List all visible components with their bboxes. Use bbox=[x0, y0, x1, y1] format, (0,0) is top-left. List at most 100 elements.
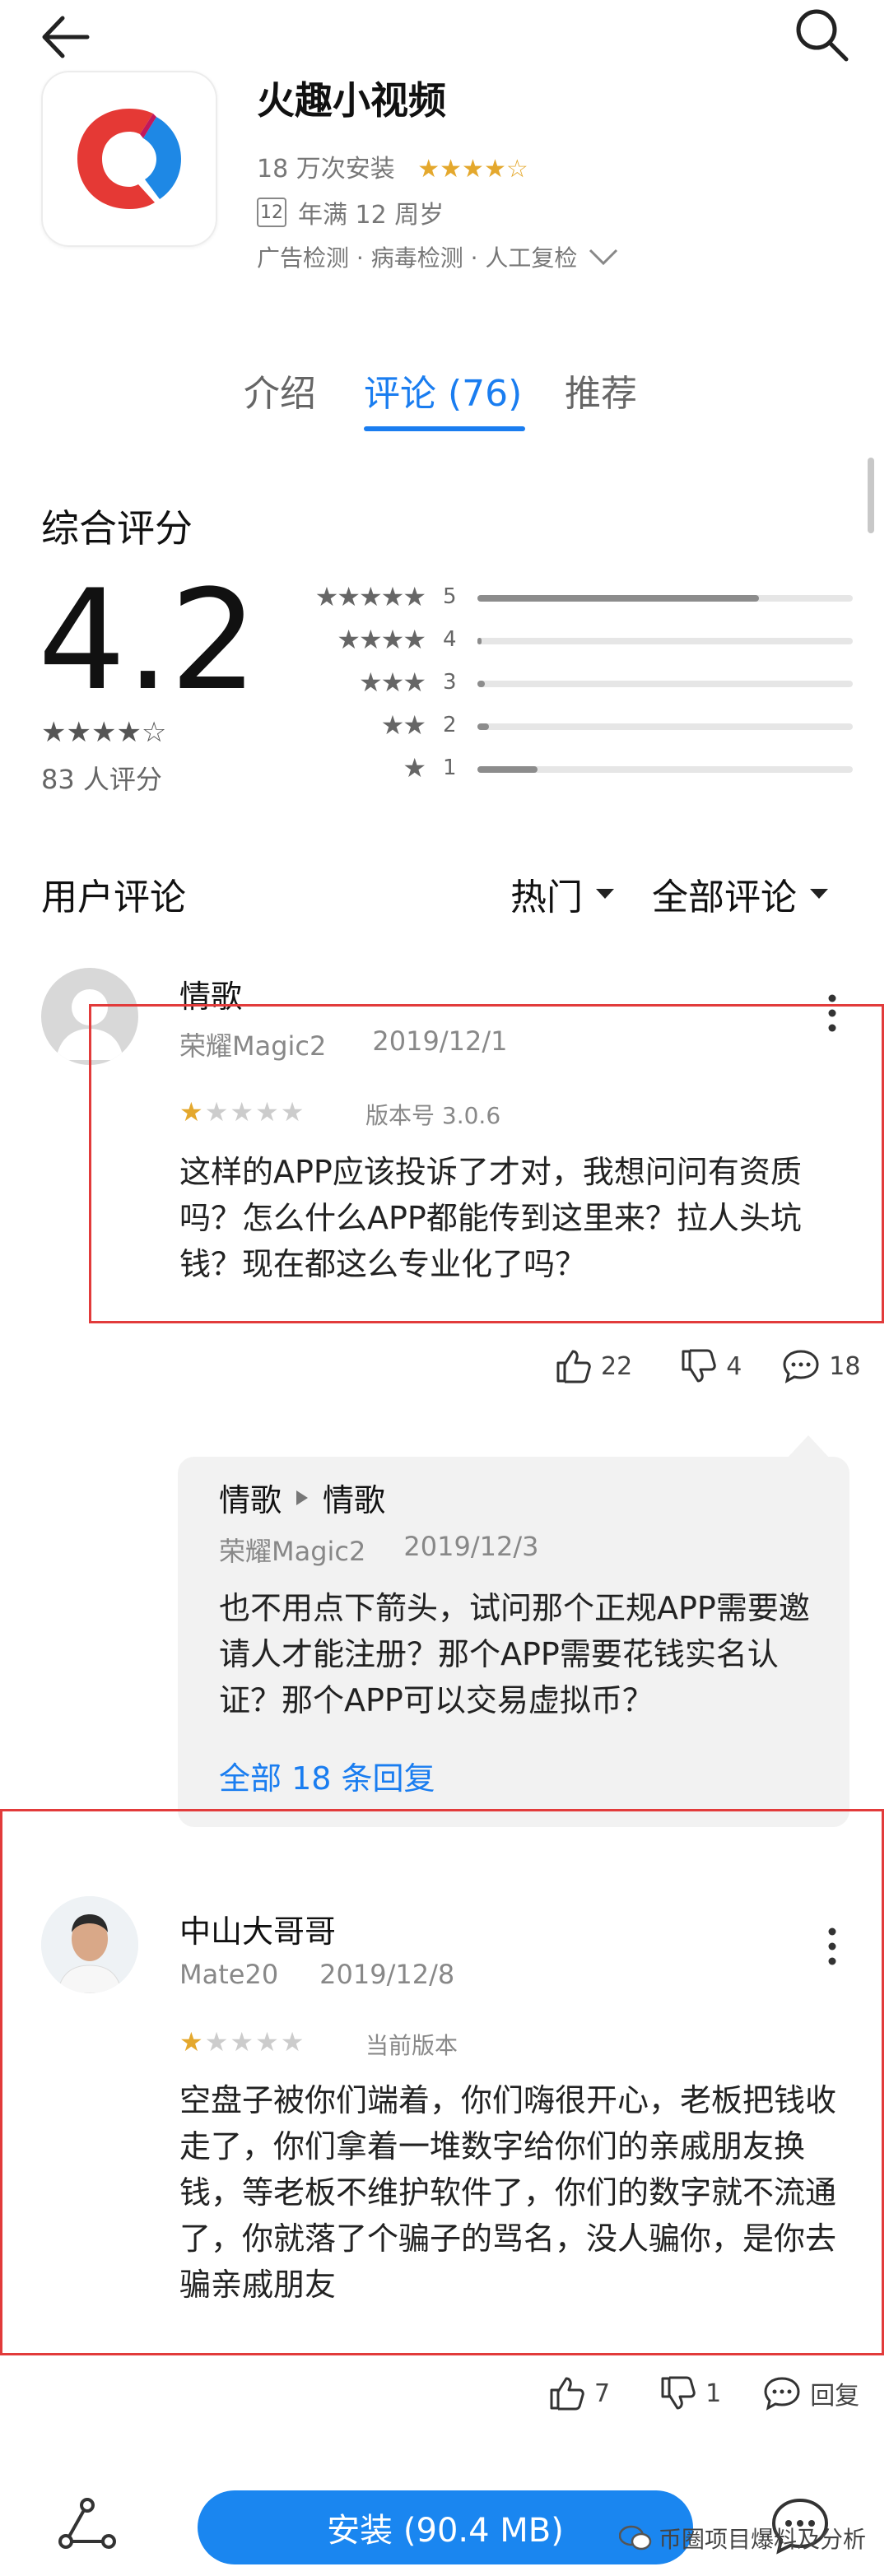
thumbs-down-icon bbox=[682, 1349, 716, 1383]
wechat-icon bbox=[619, 2525, 652, 2550]
more-options-button[interactable] bbox=[826, 1926, 838, 1967]
arrow-left-icon bbox=[42, 16, 90, 58]
distribution-bar-track bbox=[477, 595, 853, 602]
overall-stars: ★★★★☆ bbox=[41, 716, 167, 749]
reply-pointer bbox=[787, 1435, 830, 1458]
reply-date: 2019/12/3 bbox=[403, 1531, 539, 1562]
rating-distribution-row: ★★★ 3 bbox=[286, 667, 854, 700]
rating-distribution-row: ★★★★ 4 bbox=[286, 624, 854, 657]
more-vertical-icon bbox=[828, 1927, 836, 1965]
summary-title: 综合评分 bbox=[41, 506, 193, 551]
tab-reviews[interactable]: 评论 (76) bbox=[364, 364, 522, 416]
dislike-button[interactable]: 4 bbox=[678, 1346, 742, 1386]
user-reviews-title: 用户评论 bbox=[41, 876, 186, 918]
tab-recommend[interactable]: 推荐 bbox=[565, 364, 637, 416]
comment-button[interactable]: 18 bbox=[781, 1346, 860, 1386]
distribution-bar-track bbox=[477, 638, 853, 644]
search-button[interactable] bbox=[792, 5, 851, 64]
distribution-label: 1 bbox=[443, 756, 457, 780]
age-text: 年满 12 周岁 bbox=[298, 201, 444, 230]
back-button[interactable] bbox=[38, 8, 95, 66]
reply-label: 回复 bbox=[810, 2382, 860, 2411]
install-count-text: 18 万次安装 bbox=[257, 155, 395, 184]
distribution-bar-fill bbox=[477, 681, 486, 687]
app-icon bbox=[41, 71, 217, 247]
like-button[interactable]: 22 bbox=[553, 1346, 632, 1386]
tab-bar: 介绍 评论 (76) 推荐 bbox=[0, 356, 889, 431]
comment-bubble-icon bbox=[764, 2377, 800, 2411]
like-button[interactable]: 7 bbox=[547, 2374, 610, 2413]
review-actions: 22 4 18 bbox=[553, 1346, 860, 1386]
distribution-bar-track bbox=[477, 681, 853, 687]
share-icon bbox=[58, 2498, 116, 2549]
distribution-label: 3 bbox=[443, 670, 457, 695]
review-meta: Mate20 2019/12/8 bbox=[179, 1959, 454, 1990]
caret-down-icon bbox=[596, 889, 614, 899]
review-text: 空盘子被你们端着，你们嗨很开心，老板把钱收走了，你们拿着一堆数字给你们的亲戚朋友… bbox=[179, 2082, 837, 2303]
watermark-text: 币圈项目爆料及分析 bbox=[659, 2526, 867, 2553]
reply-header: 情歌 情歌 bbox=[219, 1475, 385, 1520]
reply-text: 也不用点下箭头，试问那个正规APP需要邀请人才能注册？那个APP需要花钱实名认证… bbox=[219, 1590, 810, 1718]
distribution-bar-track bbox=[477, 766, 853, 773]
app-rating-stars: ★★★★☆ bbox=[417, 155, 528, 184]
distribution-label: 4 bbox=[443, 627, 457, 652]
thumbs-up-icon bbox=[556, 1350, 591, 1383]
filter-label: 全部评论 bbox=[652, 876, 797, 918]
rating-distribution-row: ★ 1 bbox=[286, 752, 854, 785]
reply-to: 情歌 bbox=[323, 1482, 386, 1518]
review-version: 当前版本 bbox=[365, 2032, 458, 2059]
sort-dropdown[interactable]: 热门 bbox=[510, 867, 616, 920]
dislike-button[interactable]: 1 bbox=[658, 2374, 721, 2413]
comment-bubble-icon bbox=[783, 1350, 819, 1383]
dislike-count: 4 bbox=[726, 1351, 742, 1381]
review-stars: ★★★★★ bbox=[179, 1096, 306, 1128]
sort-label: 热门 bbox=[510, 876, 583, 918]
distribution-stars: ★★★★ bbox=[337, 624, 426, 655]
distribution-label: 5 bbox=[443, 584, 457, 609]
rating-distribution-row: ★★ 2 bbox=[286, 709, 854, 742]
filter-dropdown[interactable]: 全部评论 bbox=[652, 867, 830, 920]
watermark: 币圈项目爆料及分析 bbox=[619, 2522, 866, 2555]
all-replies-link[interactable]: 全部 18 条回复 bbox=[219, 1753, 435, 1798]
age-badge-icon: 12 bbox=[257, 198, 286, 227]
review-actions: 7 1 回复 bbox=[547, 2374, 859, 2413]
distribution-bar-fill bbox=[477, 723, 489, 730]
review-stars: ★★★★★ bbox=[179, 2026, 306, 2058]
rating-count: 83 人评分 bbox=[41, 764, 162, 795]
thumbs-down-icon bbox=[661, 2376, 696, 2410]
distribution-bar-fill bbox=[477, 595, 759, 602]
app-logo-icon bbox=[77, 109, 181, 209]
review-date: 2019/12/8 bbox=[319, 1959, 455, 1990]
triangle-right-icon bbox=[296, 1490, 309, 1505]
user-photo-avatar-icon bbox=[41, 1896, 138, 1993]
comment-count: 18 bbox=[829, 1351, 861, 1381]
like-count: 7 bbox=[594, 2378, 611, 2408]
security-text: 广告检测 · 病毒检测 · 人工复检 bbox=[257, 244, 578, 272]
overall-score: 4.2 bbox=[38, 560, 258, 721]
avatar[interactable] bbox=[41, 1896, 138, 1993]
thumbs-up-icon bbox=[550, 2377, 584, 2411]
install-count: 18 万次安装 ★★★★☆ bbox=[257, 148, 528, 184]
reviewer-device: Mate20 bbox=[179, 1959, 279, 1990]
rating-distribution-row: ★★★★★ 5 bbox=[286, 581, 854, 614]
distribution-stars: ★★ bbox=[380, 709, 426, 741]
reply-from: 情歌 bbox=[219, 1482, 282, 1518]
tab-intro[interactable]: 介绍 bbox=[244, 364, 316, 416]
age-rating: 12 年满 12 周岁 bbox=[257, 194, 444, 230]
review-text: 这样的APP应该投诉了才对，我想问问有资质吗？怎么什么APP都能传到这里来？拉人… bbox=[179, 1154, 802, 1282]
search-icon bbox=[796, 9, 849, 62]
reply-device: 荣耀Magic2 bbox=[219, 1536, 366, 1567]
scrollbar[interactable] bbox=[868, 458, 874, 533]
security-checks[interactable]: 广告检测 · 病毒检测 · 人工复检 bbox=[257, 240, 620, 273]
share-button[interactable] bbox=[56, 2494, 119, 2556]
caret-down-icon bbox=[810, 889, 828, 899]
reviewer-name: 中山大哥哥 bbox=[179, 1913, 337, 1950]
distribution-stars: ★★★ bbox=[358, 667, 426, 698]
review-version: 版本号 3.0.6 bbox=[365, 1102, 501, 1129]
app-name: 火趣小视频 bbox=[257, 78, 446, 123]
reply-button[interactable]: 回复 bbox=[762, 2374, 859, 2413]
distribution-label: 2 bbox=[443, 713, 457, 737]
chevron-down-icon bbox=[589, 249, 618, 266]
distribution-bar-track bbox=[477, 723, 853, 730]
tab-active-indicator bbox=[364, 426, 525, 431]
